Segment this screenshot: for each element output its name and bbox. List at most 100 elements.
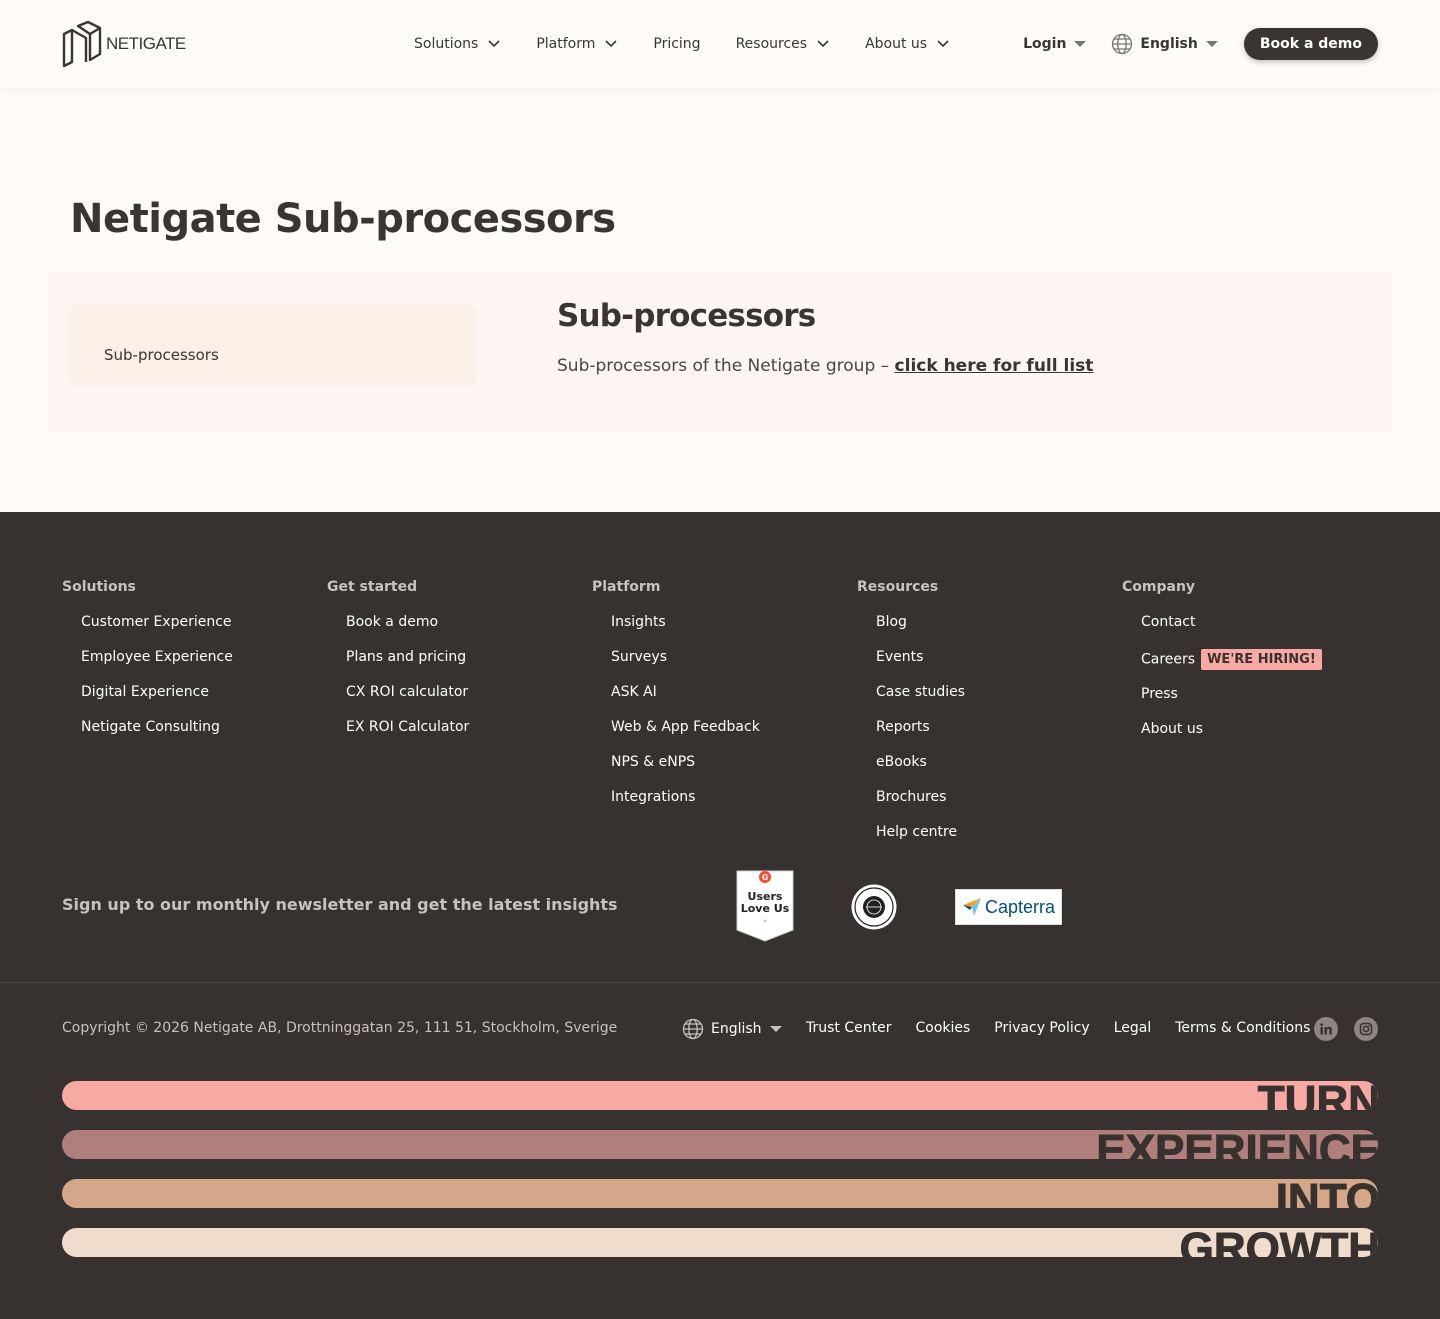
- slogan-word-text: TURN: [1258, 1081, 1378, 1110]
- slogan-word-text: EXPERIENCE: [1096, 1130, 1378, 1159]
- footer-link[interactable]: Customer Experience: [81, 614, 233, 649]
- footer-column-title: Platform: [592, 579, 661, 595]
- footer-column-title: Get started: [327, 579, 418, 595]
- footer-link[interactable]: Surveys: [611, 649, 760, 684]
- g2-users-love-us-badge: G Users Love Us: [736, 870, 794, 942]
- footer-link[interactable]: Blog: [876, 614, 965, 649]
- nav-pricing[interactable]: Pricing: [653, 36, 700, 52]
- capterra-badge: Capterra: [955, 889, 1062, 925]
- footer-link[interactable]: Digital Experience: [81, 684, 233, 719]
- footer-column-get-started: Get started Book a demo Plans and pricin…: [327, 578, 469, 754]
- chevron-down-icon: [937, 40, 949, 48]
- footer-column-title: Solutions: [62, 579, 136, 595]
- footer-link[interactable]: Book a demo: [346, 614, 469, 649]
- login-dropdown[interactable]: Login: [1023, 36, 1087, 52]
- caret-down-icon: [1074, 41, 1087, 47]
- g2-line2: Love Us: [741, 902, 790, 915]
- footer-link[interactable]: Reports: [876, 719, 965, 754]
- footer-link[interactable]: Case studies: [876, 684, 965, 719]
- footer-link[interactable]: Help centre: [876, 824, 965, 859]
- caret-down-icon: [769, 1026, 782, 1032]
- footer-column-title: Company: [1122, 579, 1196, 595]
- main-nav: Solutions Platform Pricing Resources Abo…: [414, 0, 949, 88]
- toc-item-sub-processors[interactable]: Sub-processors: [104, 346, 219, 364]
- cookies-link[interactable]: Cookies: [915, 1020, 970, 1036]
- linkedin-icon[interactable]: [1314, 1017, 1338, 1041]
- slogan-word: GROWTH: [1179, 1228, 1378, 1257]
- footer-link[interactable]: eBooks: [876, 754, 965, 789]
- caret-down-icon: [1205, 41, 1218, 47]
- nav-solutions[interactable]: Solutions: [414, 36, 500, 52]
- header-actions: Login English Book a demo: [1023, 28, 1378, 60]
- certified-badge-icon: [851, 884, 897, 930]
- footer-legal-links: Trust Center Cookies Privacy Policy Lega…: [806, 1020, 1310, 1036]
- footer-link[interactable]: Insights: [611, 614, 760, 649]
- footer-column-platform: Platform Insights Surveys ASK AI Web & A…: [592, 578, 760, 824]
- footer-language-selector[interactable]: English: [682, 1018, 782, 1040]
- chevron-down-icon: [817, 40, 829, 48]
- careers-label: Careers: [1141, 651, 1196, 668]
- slogan-bar: EXPERIENCE: [62, 1130, 1378, 1159]
- footer-link[interactable]: Integrations: [611, 789, 760, 824]
- footer-link[interactable]: About us: [1141, 721, 1322, 756]
- footer-link[interactable]: Employee Experience: [81, 649, 233, 684]
- nav-platform[interactable]: Platform: [536, 36, 617, 52]
- footer-link[interactable]: Web & App Feedback: [611, 719, 760, 754]
- netigate-logo-icon: [62, 20, 102, 68]
- language-selector[interactable]: English: [1111, 33, 1218, 55]
- footer-link-careers[interactable]: Careers WE'RE HIRING!: [1141, 649, 1322, 686]
- book-demo-button[interactable]: Book a demo: [1243, 28, 1378, 60]
- slogan-bar: TURN: [62, 1081, 1378, 1110]
- footer-divider: [0, 982, 1440, 983]
- capterra-arrow-icon: [962, 898, 981, 916]
- legal-link[interactable]: Legal: [1114, 1020, 1152, 1036]
- nav-about-us-label: About us: [865, 36, 928, 52]
- footer-link[interactable]: EX ROI Calculator: [346, 719, 469, 754]
- terms-conditions-link[interactable]: Terms & Conditions: [1175, 1020, 1310, 1036]
- footer-link[interactable]: CX ROI calculator: [346, 684, 469, 719]
- footer-link[interactable]: Press: [1141, 686, 1322, 721]
- slogan-word: EXPERIENCE: [1096, 1130, 1378, 1159]
- footer-column-solutions: Solutions Customer Experience Employee E…: [62, 578, 233, 754]
- page-title: Netigate Sub-processors: [70, 196, 616, 242]
- globe-icon: [682, 1018, 704, 1040]
- privacy-policy-link[interactable]: Privacy Policy: [994, 1020, 1089, 1036]
- hiring-badge: WE'RE HIRING!: [1201, 649, 1322, 670]
- nav-about-us[interactable]: About us: [865, 36, 949, 52]
- trust-center-link[interactable]: Trust Center: [806, 1020, 891, 1036]
- slogan-bar: INTO: [62, 1179, 1378, 1208]
- section-title: Sub-processors: [557, 298, 816, 334]
- chevron-down-icon: [488, 40, 500, 48]
- full-list-link[interactable]: click here for full list: [895, 356, 1094, 376]
- logo-text: NETIGATE: [106, 34, 186, 53]
- footer-link[interactable]: Plans and pricing: [346, 649, 469, 684]
- content-panel: Sub-processors Sub-processors Sub-proces…: [48, 272, 1391, 432]
- svg-text:G: G: [762, 873, 769, 882]
- nav-resources-label: Resources: [735, 36, 808, 52]
- slogan-word: INTO: [1275, 1179, 1378, 1208]
- chevron-down-icon: [605, 40, 617, 48]
- netigate-logo[interactable]: NETIGATE: [62, 20, 186, 68]
- footer-link[interactable]: NPS & eNPS: [611, 754, 760, 789]
- nav-platform-label: Platform: [536, 36, 596, 52]
- site-footer: Solutions Customer Experience Employee E…: [0, 512, 1440, 1319]
- newsletter-signup-text[interactable]: Sign up to our monthly newsletter and ge…: [62, 895, 618, 914]
- footer-link[interactable]: Brochures: [876, 789, 965, 824]
- slogan-word-text: GROWTH: [1180, 1228, 1378, 1257]
- globe-icon: [1112, 33, 1133, 55]
- footer-link[interactable]: Contact: [1141, 614, 1322, 649]
- nav-solutions-label: Solutions: [414, 36, 479, 52]
- footer-language-label: English: [711, 1021, 762, 1037]
- instagram-icon[interactable]: [1354, 1017, 1378, 1041]
- nav-pricing-label: Pricing: [653, 36, 701, 52]
- footer-link[interactable]: Events: [876, 649, 965, 684]
- capterra-label: Capterra: [984, 896, 1056, 917]
- table-of-contents: Sub-processors: [70, 304, 476, 384]
- footer-link[interactable]: ASK AI: [611, 684, 760, 719]
- footer-column-company: Company Contact Careers WE'RE HIRING! Pre…: [1122, 578, 1322, 756]
- section-text: Sub-processors of the Netigate group – c…: [557, 356, 1093, 376]
- nav-resources[interactable]: Resources: [736, 36, 830, 52]
- slogan-word: TURN: [1257, 1081, 1378, 1110]
- slogan-bar: GROWTH: [62, 1228, 1378, 1257]
- footer-link[interactable]: Netigate Consulting: [81, 719, 233, 754]
